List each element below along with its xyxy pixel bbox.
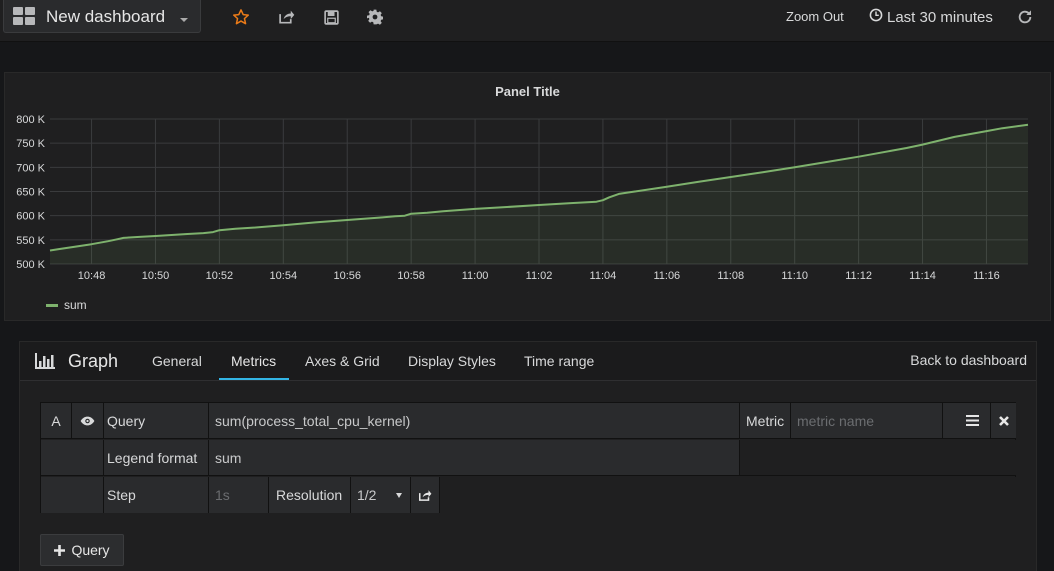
x-tick-label: 11:00 [462,270,489,282]
legend-series-label[interactable]: sum [64,298,87,312]
legend-row-spacer [41,440,104,476]
metric-name-input[interactable]: metric name [791,403,943,439]
x-tick-label: 10:56 [333,270,361,282]
y-tick-label: 650 K [16,187,45,199]
external-link-icon[interactable] [411,477,440,513]
x-tick-label: 11:16 [973,270,1000,282]
tab-display-styles[interactable]: Display Styles [408,353,496,369]
resolution-label: Resolution [269,477,351,513]
tab-time-range[interactable]: Time range [524,353,594,369]
time-range-label: Last 30 minutes [887,8,993,26]
top-navbar: New dashboard Zoom Out Last 30 minutes [0,0,1054,42]
x-tick-label: 11:08 [717,270,744,282]
back-to-dashboard-link[interactable]: Back to dashboard [910,352,1027,368]
y-tick-label: 500 K [16,259,45,271]
y-tick-label: 700 K [16,162,45,174]
x-tick-label: 11:14 [909,270,936,282]
legend-format-input[interactable]: sum [209,440,740,476]
panel-editor: Graph General Metrics Axes & Grid Displa… [19,341,1037,571]
dashboard-grid-icon [13,7,35,26]
y-tick-label: 750 K [16,138,45,150]
step-label: Step [104,477,209,513]
star-icon[interactable] [230,6,252,28]
panel-type-title: Graph [68,351,119,371]
save-icon[interactable] [320,6,342,28]
x-tick-label: 11:06 [653,270,680,282]
eye-icon[interactable] [72,403,104,439]
x-tick-label: 10:52 [206,270,234,282]
menu-icon[interactable] [943,403,991,439]
plus-icon [54,544,66,556]
step-row-spacer [41,477,104,513]
resolution-value: 1/2 [357,487,377,503]
chart-legend: sum [46,298,87,312]
tab-axes-grid[interactable]: Axes & Grid [305,353,380,369]
x-tick-label: 11:12 [845,270,872,282]
x-tick-label: 10:58 [397,270,425,282]
x-tick-label: 11:02 [526,270,553,282]
close-icon[interactable] [991,403,1016,439]
query-input[interactable]: sum(process_total_cpu_kernel) [209,403,740,439]
zoom-out-button[interactable]: Zoom Out [786,9,844,24]
metric-label: Metric [740,403,791,439]
graph-panel: Panel Title 500 K 550 K 600 K 650 K 700 K 750… [4,72,1051,321]
y-tick-label: 550 K [16,235,45,247]
share-icon[interactable] [275,6,297,28]
active-tab-indicator [219,378,289,380]
legend-swatch [46,303,58,307]
x-tick-label: 10:50 [142,270,170,282]
step-input[interactable]: 1s [209,477,269,513]
tab-general[interactable]: General [152,353,202,369]
x-tick-label: 11:04 [590,270,617,282]
chevron-down-icon [180,18,188,22]
time-series-chart: 500 K 550 K 600 K 650 K 700 K 750 K 800 K 10:48… [16,114,1029,282]
y-tick-label: 800 K [16,114,45,126]
bar-chart-icon [35,353,55,369]
time-range-picker[interactable]: Last 30 minutes [869,8,993,26]
legend-row-filler [740,440,1016,476]
dashboard-picker-button[interactable]: New dashboard [3,0,201,33]
resolution-select[interactable]: 1/2 [351,477,411,513]
x-tick-label: 11:10 [781,270,808,282]
query-label: Query [104,403,209,439]
tab-metrics[interactable]: Metrics [231,353,276,369]
add-query-label: Query [71,542,110,558]
step-row-filler [440,477,1016,513]
query-editor-table: A Query sum(process_total_cpu_kernel) Me… [40,402,1016,513]
refresh-icon[interactable] [1014,6,1036,28]
add-query-button[interactable]: Query [40,534,124,566]
clock-icon [869,8,883,26]
x-tick-label: 10:54 [270,270,298,282]
y-tick-label: 600 K [16,211,45,223]
query-ref-id[interactable]: A [41,403,72,439]
chevron-down-icon [396,493,402,498]
gear-icon[interactable] [364,6,386,28]
legend-format-label: Legend format [104,440,209,476]
x-tick-label: 10:48 [78,270,106,282]
editor-header: Graph General Metrics Axes & Grid Displa… [20,342,1036,381]
dashboard-title: New dashboard [46,7,166,26]
